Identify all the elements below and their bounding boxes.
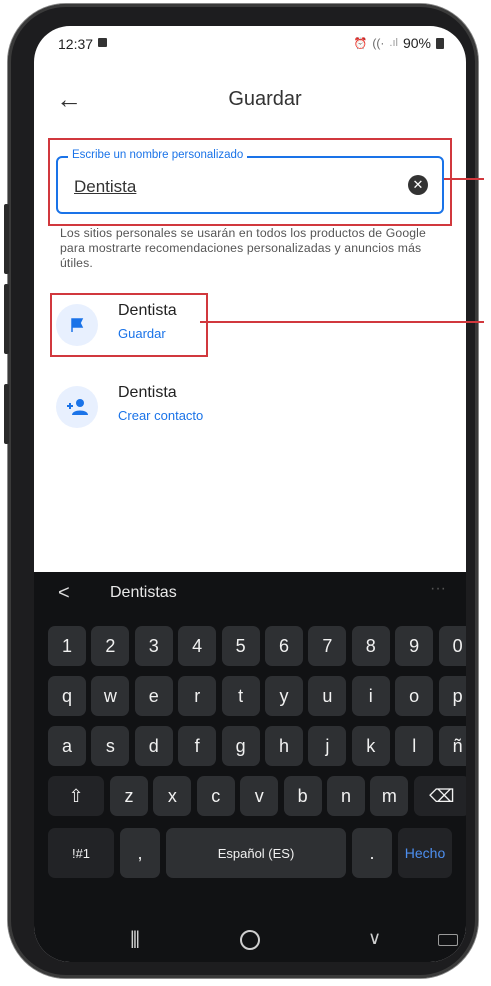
key-i[interactable]: i xyxy=(351,676,390,716)
annotation-pointer-2 xyxy=(200,321,484,323)
app-bar: ← Guardar xyxy=(34,78,466,122)
page-title: Guardar xyxy=(228,88,302,110)
flag-icon xyxy=(56,304,98,346)
shift-key-icon[interactable]: ⇧ xyxy=(48,776,104,816)
key-q[interactable]: q xyxy=(48,676,86,716)
recent-apps-icon[interactable]: ||| xyxy=(130,928,140,949)
option-save-title: Dentista xyxy=(118,302,177,319)
number-key-7[interactable]: 7 xyxy=(308,626,347,666)
key-p[interactable]: p xyxy=(438,676,466,716)
key-f[interactable]: f xyxy=(178,726,217,766)
status-icons: ⏰ ((· .ıl 90% xyxy=(354,35,444,51)
number-key-0[interactable]: 0 xyxy=(438,626,466,666)
period-key[interactable]: . xyxy=(352,828,392,878)
key-c[interactable]: c xyxy=(196,776,235,816)
suggestion-word[interactable]: Dentistas xyxy=(110,584,177,602)
power-button xyxy=(4,284,9,354)
key-l[interactable]: l xyxy=(395,726,434,766)
helper-text: Los sitios personales se usarán en todos… xyxy=(60,226,426,270)
key-g[interactable]: g xyxy=(221,726,260,766)
field-value[interactable]: Dentista xyxy=(74,177,136,197)
option-create-contact[interactable]: Dentista Crear contacto xyxy=(56,380,416,436)
key-a[interactable]: a xyxy=(48,726,86,766)
key-t[interactable]: t xyxy=(221,676,260,716)
number-key-9[interactable]: 9 xyxy=(395,626,434,666)
side-button xyxy=(4,384,9,444)
number-key-5[interactable]: 5 xyxy=(221,626,260,666)
screen: 12:37 ⏰ ((· .ıl 90% ← Guardar Escribe un… xyxy=(34,26,466,962)
field-label: Escribe un nombre personalizado xyxy=(68,149,248,161)
key-w[interactable]: w xyxy=(91,676,130,716)
number-key-1[interactable]: 1 xyxy=(48,626,86,666)
key-b[interactable]: b xyxy=(283,776,322,816)
keyboard-icon[interactable] xyxy=(438,934,458,946)
battery-percent: 90% xyxy=(402,35,431,51)
key-z[interactable]: z xyxy=(110,776,148,816)
key-u[interactable]: u xyxy=(308,676,347,716)
home-icon[interactable] xyxy=(240,930,260,950)
battery-icon xyxy=(436,37,444,49)
symbols-key[interactable]: !#1 xyxy=(48,828,114,878)
notification-icon xyxy=(98,38,107,47)
keyboard: < Dentistas ··· ||| ∨ 1234567890 qwertyui… xyxy=(34,572,466,962)
navigation-bar: ||| ∨ xyxy=(34,918,466,962)
back-nav-icon[interactable]: ∨ xyxy=(368,928,381,949)
key-e[interactable]: e xyxy=(134,676,173,716)
more-options-icon[interactable]: ··· xyxy=(430,580,446,598)
key-y[interactable]: y xyxy=(265,676,303,716)
option-save[interactable]: Dentista Guardar xyxy=(56,298,416,354)
key-r[interactable]: r xyxy=(178,676,217,716)
status-bar: 12:37 ⏰ ((· .ıl 90% xyxy=(34,26,466,60)
number-key-4[interactable]: 4 xyxy=(178,626,217,666)
option-contact-action: Crear contacto xyxy=(118,408,204,423)
wifi-icon: ((· xyxy=(372,36,385,50)
key-ñ[interactable]: ñ xyxy=(438,726,466,766)
status-time: 12:37 xyxy=(58,36,94,52)
key-m[interactable]: m xyxy=(370,776,409,816)
key-d[interactable]: d xyxy=(134,726,173,766)
number-key-3[interactable]: 3 xyxy=(134,626,173,666)
number-key-8[interactable]: 8 xyxy=(351,626,390,666)
done-key[interactable]: Hecho xyxy=(398,828,452,878)
key-k[interactable]: k xyxy=(351,726,390,766)
custom-name-input[interactable]: Escribe un nombre personalizado Dentista… xyxy=(56,149,444,214)
number-key-2[interactable]: 2 xyxy=(91,626,130,666)
key-x[interactable]: x xyxy=(153,776,192,816)
alarm-icon: ⏰ xyxy=(353,37,368,50)
suggestion-back-icon[interactable]: < xyxy=(58,582,70,605)
key-s[interactable]: s xyxy=(91,726,130,766)
option-contact-title: Dentista xyxy=(118,384,177,401)
number-key-6[interactable]: 6 xyxy=(265,626,303,666)
key-j[interactable]: j xyxy=(308,726,347,766)
add-person-icon xyxy=(56,386,98,428)
key-o[interactable]: o xyxy=(395,676,434,716)
clear-icon[interactable]: ✕ xyxy=(408,175,428,195)
key-n[interactable]: n xyxy=(327,776,365,816)
comma-key[interactable]: , xyxy=(120,828,160,878)
key-v[interactable]: v xyxy=(240,776,279,816)
phone-frame: 12:37 ⏰ ((· .ıl 90% ← Guardar Escribe un… xyxy=(4,4,478,978)
key-h[interactable]: h xyxy=(265,726,303,766)
annotation-pointer-1 xyxy=(444,178,484,180)
backspace-key-icon[interactable]: ⌫ xyxy=(413,776,466,816)
suggestion-bar: < Dentistas ··· xyxy=(34,572,466,614)
option-save-action: Guardar xyxy=(118,326,166,341)
space-key[interactable]: Español (ES) xyxy=(166,828,346,878)
signal-icon: .ıl xyxy=(389,37,398,49)
volume-button xyxy=(4,204,9,274)
